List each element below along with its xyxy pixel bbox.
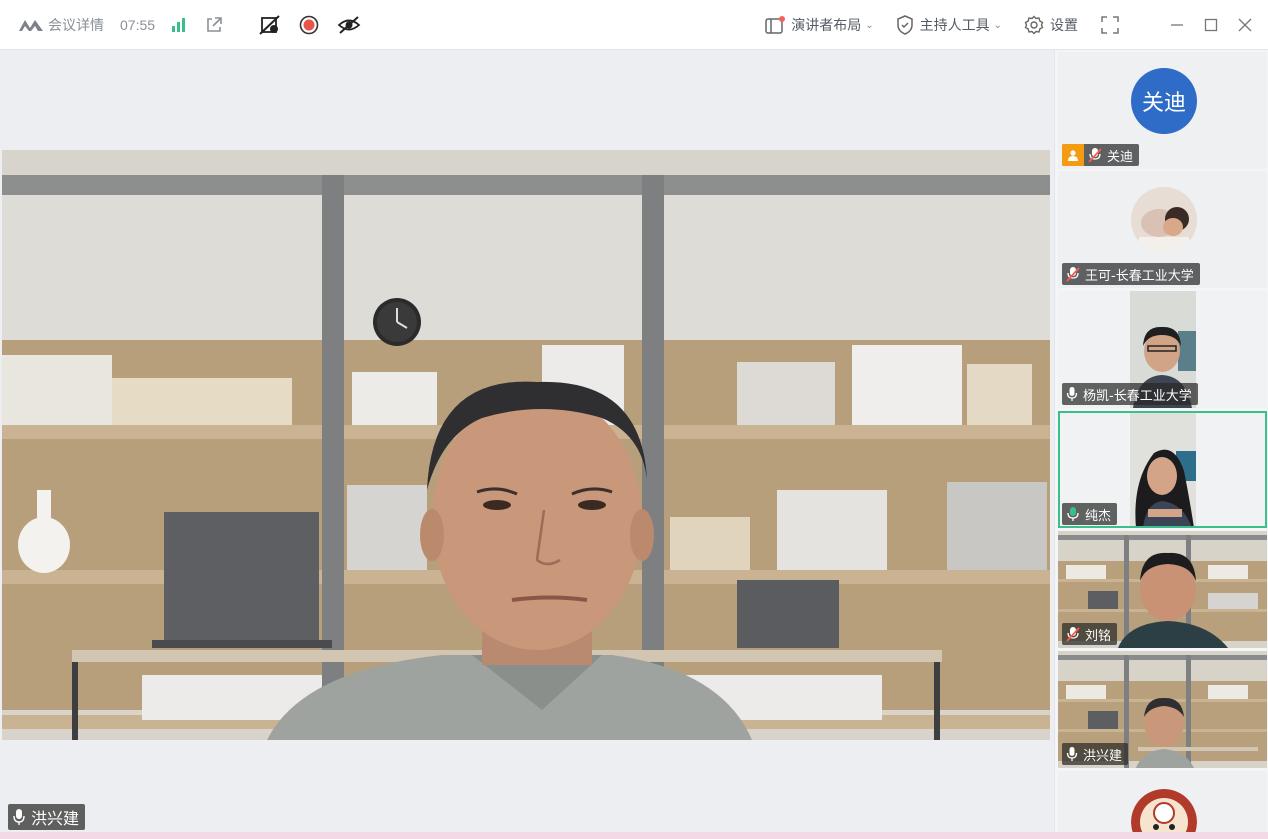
- participant-tile-partial[interactable]: [1058, 771, 1267, 839]
- speaker-video-frame: [2, 150, 1050, 740]
- settings-button[interactable]: 设置: [1024, 15, 1078, 35]
- microphone-speaking-icon: [1066, 506, 1080, 522]
- presenter-layout-label: 演讲者布局: [791, 18, 862, 34]
- presenter-layout-menu[interactable]: 演讲者布局 ⌄: [765, 15, 874, 35]
- participant-name-tag: 洪兴建: [1062, 743, 1129, 765]
- chevron-down-icon: ⌄: [865, 19, 874, 31]
- participant-name-tag: 纯杰: [1062, 503, 1118, 525]
- participant-name-tag: 刘铭: [1062, 623, 1118, 645]
- participant-name-tag: 关迪: [1062, 144, 1140, 166]
- microphone-icon: [1066, 386, 1078, 402]
- title-bar: 会议详情 07:55 演讲者布局 ⌄ 主持人工具 ⌄ 设置: [0, 0, 1268, 50]
- maximize-icon: [1204, 18, 1218, 32]
- main-speaker-video[interactable]: [2, 150, 1050, 740]
- fullscreen-button[interactable]: [1100, 15, 1126, 35]
- microphone-icon: [12, 808, 26, 826]
- close-button[interactable]: [1228, 0, 1262, 50]
- participant-name: 纯杰: [1085, 508, 1112, 524]
- meeting-window: 会议详情 07:55 演讲者布局 ⌄ 主持人工具 ⌄ 设置 洪兴建 关迪 关迪 …: [0, 0, 1268, 839]
- participant-tile-active[interactable]: 纯杰: [1058, 411, 1267, 528]
- participant-name-tag: 王可-长春工业大学: [1062, 263, 1200, 285]
- participant-name: 洪兴建: [1083, 748, 1123, 764]
- participant-sidebar: 关迪 关迪 王可-长春工业大学 杨凯-长春工业大学 纯杰 刘铭 洪兴建: [1054, 50, 1268, 839]
- participant-tile[interactable]: 关迪 关迪: [1058, 52, 1267, 169]
- host-badge-icon: [1062, 144, 1084, 166]
- minimize-icon: [1171, 24, 1183, 26]
- meeting-details-link[interactable]: 会议详情: [48, 15, 104, 35]
- signal-strength-icon[interactable]: [171, 17, 187, 32]
- participant-tile[interactable]: 杨凯-长春工业大学: [1058, 291, 1267, 408]
- participant-tile[interactable]: 王可-长春工业大学: [1058, 171, 1267, 288]
- participant-tile[interactable]: 洪兴建: [1058, 651, 1267, 768]
- participant-name-tag: 杨凯-长春工业大学: [1062, 383, 1198, 405]
- chevron-down-icon: ⌄: [993, 19, 1002, 31]
- participant-name: 关迪: [1107, 149, 1134, 165]
- host-tools-label: 主持人工具: [919, 18, 990, 34]
- participant-name: 刘铭: [1085, 628, 1112, 644]
- elapsed-time: 07:55: [120, 16, 156, 33]
- microphone-muted-icon: [1066, 266, 1080, 282]
- minimize-button[interactable]: [1160, 0, 1194, 50]
- avatar: [1131, 187, 1197, 253]
- app-logo-icon: [18, 18, 44, 32]
- fullscreen-icon: [1100, 15, 1120, 35]
- settings-label: 设置: [1050, 18, 1078, 34]
- layout-icon: [765, 16, 786, 34]
- record-button-icon[interactable]: [299, 15, 319, 35]
- microphone-icon: [1066, 746, 1078, 762]
- close-icon: [1238, 18, 1252, 32]
- host-tools-menu[interactable]: 主持人工具 ⌄: [896, 15, 1002, 35]
- window-bottom-edge: [0, 832, 1268, 839]
- participant-name: 王可-长春工业大学: [1085, 268, 1194, 284]
- hide-video-icon[interactable]: [337, 15, 361, 35]
- shield-icon: [896, 15, 914, 35]
- main-speaker-name: 洪兴建: [31, 809, 80, 828]
- share-external-icon[interactable]: [205, 16, 223, 34]
- gear-icon: [1024, 15, 1044, 35]
- avatar: 关迪: [1131, 68, 1197, 134]
- main-stage: 洪兴建: [2, 50, 1050, 832]
- microphone-muted-icon: [1088, 147, 1102, 163]
- participant-name: 杨凯-长春工业大学: [1083, 388, 1192, 404]
- screen-annotation-off-icon[interactable]: [259, 14, 281, 35]
- main-speaker-name-tag: 洪兴建: [8, 804, 86, 830]
- participant-tile[interactable]: 刘铭: [1058, 531, 1267, 648]
- maximize-button[interactable]: [1194, 0, 1228, 50]
- microphone-muted-icon: [1066, 626, 1080, 642]
